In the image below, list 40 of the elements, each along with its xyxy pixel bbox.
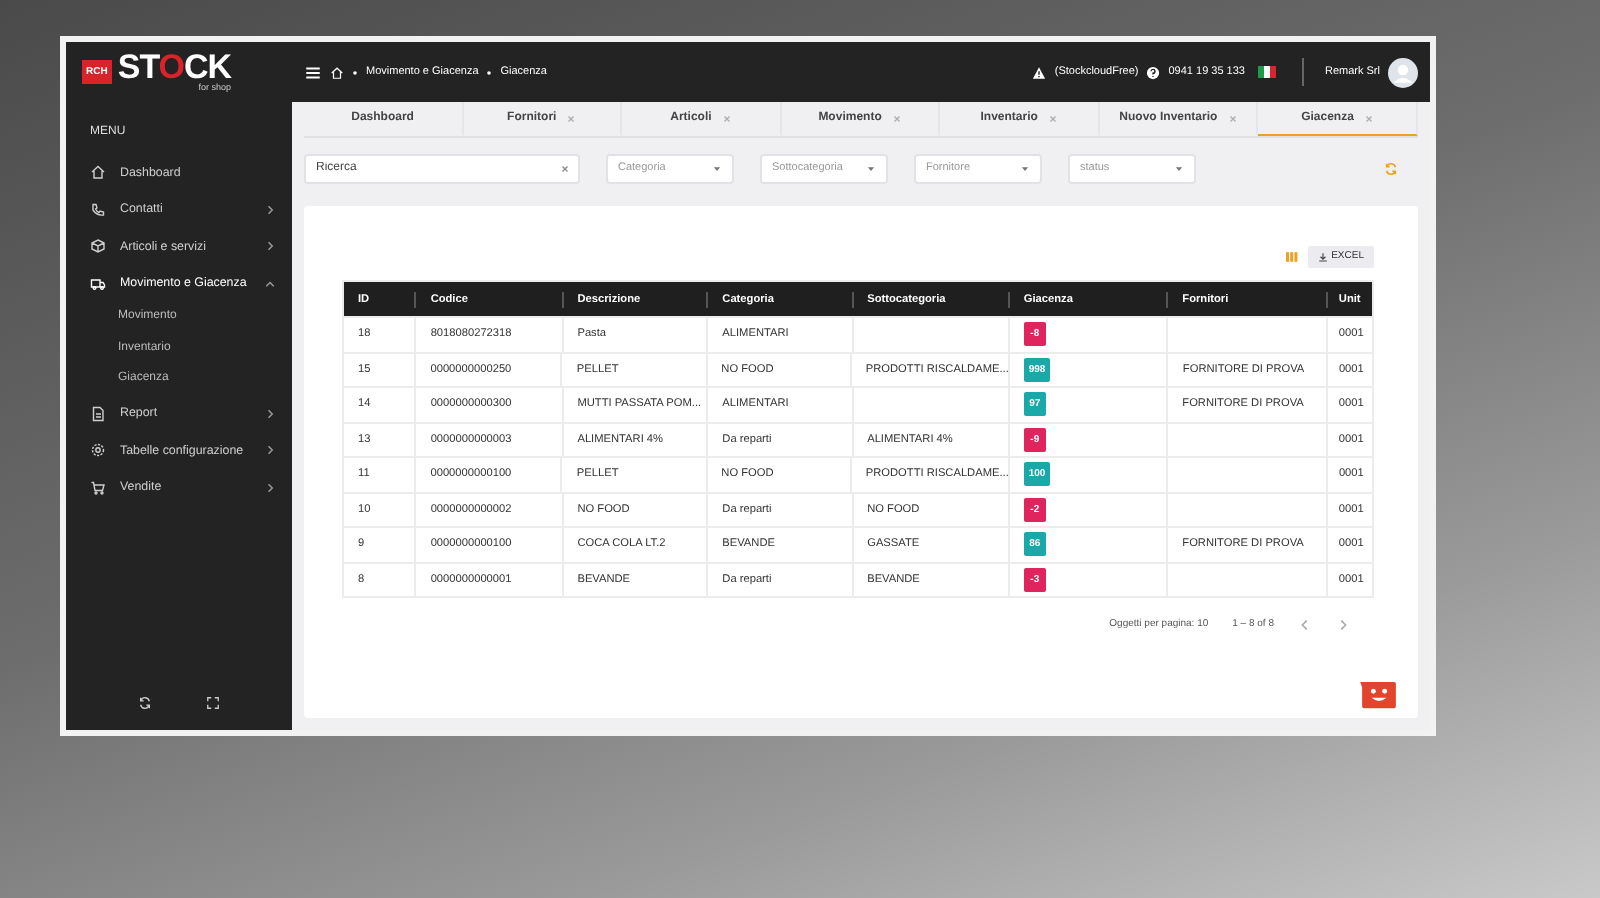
chevron-icon [264, 203, 276, 216]
chevron-icon [264, 407, 276, 420]
report-icon [90, 405, 106, 422]
chevron-icon [264, 444, 276, 457]
fullscreen-icon[interactable] [206, 696, 221, 710]
columns-icon[interactable] [1285, 251, 1298, 261]
truck-icon [90, 275, 106, 292]
close-icon[interactable] [566, 113, 577, 123]
phone-icon [90, 201, 106, 218]
close-icon[interactable] [1363, 113, 1374, 123]
caret-icon [866, 163, 876, 173]
menu-icon[interactable] [304, 63, 322, 81]
caret-icon [1174, 163, 1184, 173]
next-page-icon[interactable] [1336, 617, 1350, 631]
chevron-icon [264, 277, 276, 290]
chevron-icon [264, 481, 276, 494]
separator-dot-icon [486, 69, 493, 75]
previous-page-icon[interactable] [1298, 617, 1312, 631]
separator-dot-icon [352, 69, 358, 75]
caret-icon [1020, 163, 1030, 173]
box-icon [90, 238, 106, 255]
close-icon[interactable] [1047, 113, 1058, 123]
home-icon[interactable] [330, 65, 344, 79]
logo-text: STOCK [117, 50, 232, 85]
help-icon [1146, 65, 1161, 79]
caret-icon [712, 163, 722, 173]
gear-icon [90, 442, 106, 459]
clear-icon[interactable] [560, 163, 570, 173]
close-icon[interactable] [721, 113, 732, 123]
download-icon [1317, 251, 1328, 261]
close-icon[interactable] [1227, 113, 1238, 123]
cart-icon [90, 479, 106, 496]
home-icon [90, 164, 106, 181]
flag-icon[interactable] [1258, 66, 1277, 78]
refresh-icon[interactable] [137, 696, 152, 710]
avatar-icon[interactable] [1388, 57, 1418, 87]
chevron-icon [264, 240, 276, 253]
warning-icon [1032, 65, 1047, 79]
chat-bot-icon[interactable] [1360, 680, 1398, 710]
close-icon[interactable] [891, 113, 902, 123]
